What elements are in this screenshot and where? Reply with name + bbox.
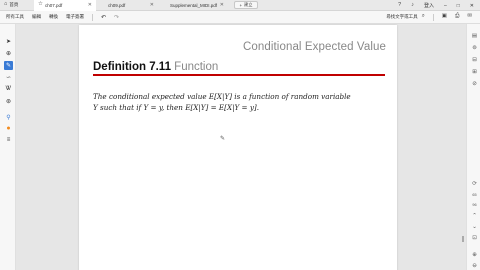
menu-edit[interactable]: 編輯 — [32, 14, 41, 20]
current-page-number[interactable]: 65 — [470, 190, 479, 199]
definition-heading: Definition 7.11 Function — [93, 61, 218, 73]
menu-bar: 所有工具 編輯 轉換 電子簽署 ↶ ↷ 尋找文字或工具 ⌕ ▣ ⎙ ✉ — [0, 11, 480, 24]
pdf-page[interactable]: Conditional Expected Value Definition 7.… — [79, 25, 397, 270]
sign-in-button[interactable]: 登入 — [424, 2, 434, 9]
zoom-out-icon[interactable]: ⊖ — [470, 261, 479, 270]
total-page-number: 96 — [472, 202, 477, 207]
minimize-button[interactable]: – — [444, 3, 447, 9]
menu-esign[interactable]: 電子簽署 — [66, 14, 84, 20]
stamp-tool-icon[interactable]: ⊛ — [4, 97, 13, 106]
email-icon[interactable]: ✉ — [467, 14, 472, 20]
bookmark-icon[interactable]: ⊟ — [470, 55, 479, 64]
definition-line-1: The conditional expected value E[X|Y] is… — [93, 92, 351, 101]
definition-body: The conditional expected value E[X|Y] is… — [93, 91, 389, 113]
close-window-button[interactable]: ✕ — [470, 3, 474, 9]
close-tab-icon[interactable]: ✕ — [88, 2, 92, 8]
tab-home-label: 首頁 — [9, 2, 19, 7]
redo-icon[interactable]: ↷ — [114, 14, 119, 21]
new-tab-label: 建立 — [244, 2, 253, 7]
print-icon[interactable]: ⎙ — [455, 14, 459, 20]
fit-page-icon[interactable]: ⊡ — [470, 233, 479, 242]
menu-convert[interactable]: 轉換 — [49, 14, 58, 20]
tab-ch09[interactable]: ch09.pdf ✕ — [96, 0, 158, 11]
home-icon: ⌂ — [4, 1, 8, 8]
bell-icon[interactable]: ♪ — [411, 2, 414, 9]
page-header-title: Conditional Expected Value — [242, 41, 386, 53]
text-tool-icon[interactable]: Ꮤ — [4, 85, 13, 94]
plus-icon: + — [239, 2, 243, 8]
heading-rule — [93, 74, 385, 76]
close-tab-icon[interactable]: ✕ — [220, 2, 224, 8]
document-canvas[interactable]: Conditional Expected Value Definition 7.… — [16, 24, 466, 270]
menu-right-group: 尋找文字或工具 ⌕ ▣ ⎙ ✉ — [386, 13, 480, 21]
save-icon[interactable]: ▣ — [442, 14, 447, 20]
attachment-icon[interactable]: ⊞ — [470, 67, 479, 76]
close-tab-icon[interactable]: ✕ — [150, 2, 154, 8]
tab-ch09-label: ch09.pdf — [108, 2, 126, 8]
page-down-icon[interactable]: ⌄ — [470, 222, 479, 231]
vertical-scrollbar[interactable] — [462, 236, 464, 242]
definition-line-2: Y such that if Y = y, then E[X|Y] = E[X|… — [93, 103, 260, 112]
line-weight-icon[interactable]: ≡ — [4, 135, 13, 144]
pen-highlight-icon[interactable]: ✎ — [4, 61, 13, 70]
star-icon: ☆ — [38, 1, 43, 8]
zoom-in-icon[interactable]: ⊕ — [470, 250, 479, 259]
tab-home[interactable]: ⌂ 首頁 — [0, 0, 34, 11]
menu-all-tools[interactable]: 所有工具 — [6, 14, 24, 20]
tab-ch07-label: ch07.pdf — [44, 2, 63, 8]
menu-separator — [432, 13, 434, 21]
share-icon[interactable]: ⊚ — [470, 43, 479, 52]
left-toolbar: ➤ ⊕ ✎ ∽ Ꮤ ⊛ ⚲ ● ≡ — [0, 24, 16, 270]
window-controls: ? ♪ 登入 – □ ✕ — [398, 0, 480, 11]
tab-supplemental[interactable]: Supplemental_MIDI.pdf ✕ — [158, 0, 228, 11]
refresh-icon[interactable]: ⟳ — [470, 179, 479, 188]
search-label[interactable]: 尋找文字或工具 — [386, 14, 418, 20]
orange-color-dot[interactable]: ● — [4, 124, 13, 133]
maximize-button[interactable]: □ — [457, 3, 460, 9]
help-icon[interactable]: ? — [398, 2, 401, 9]
color-picker-icon[interactable]: ⚲ — [4, 113, 13, 122]
tab-ch07[interactable]: ☆ ch07.pdf ✕ — [34, 0, 96, 11]
undo-icon[interactable]: ↶ — [101, 14, 106, 21]
draw-freehand-icon[interactable]: ∽ — [4, 73, 13, 82]
select-cursor-icon[interactable]: ➤ — [4, 37, 13, 46]
pen-cursor-icon: ✎ — [220, 136, 226, 142]
new-tab-button[interactable]: + 建立 — [234, 1, 258, 9]
comment-add-icon[interactable]: ⊕ — [4, 49, 13, 58]
menu-separator — [92, 13, 93, 21]
comment-panel-icon[interactable]: ▤ — [470, 31, 479, 40]
definition-word: Function — [174, 61, 219, 73]
right-toolbar: ▤ ⊚ ⊟ ⊞ ⊘ ⟳ 65 96 ⌃ ⌄ ⊡ ⊕ ⊖ — [466, 24, 480, 270]
page-up-icon[interactable]: ⌃ — [470, 211, 479, 220]
definition-number: Definition 7.11 — [93, 61, 171, 73]
search-icon[interactable]: ⌕ — [422, 14, 425, 20]
layers-icon[interactable]: ⊘ — [470, 79, 479, 88]
tab-supplemental-label: Supplemental_MIDI.pdf — [170, 2, 218, 8]
